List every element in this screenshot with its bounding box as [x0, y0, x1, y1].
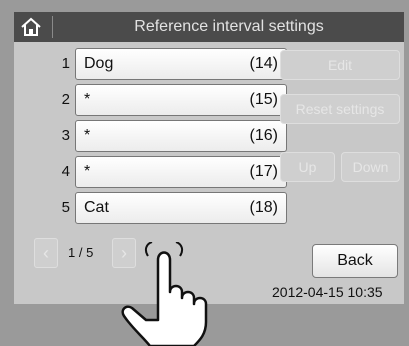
main-panel: 1 Dog (14) 2 * (15) 3 * (16) 4 * (17) 5 …	[14, 42, 404, 346]
header-bar: Reference interval settings	[14, 12, 404, 42]
home-button[interactable]	[14, 12, 48, 42]
datetime: 2012-04-15 10:35	[272, 284, 383, 300]
species-entry[interactable]: * (16)	[75, 120, 287, 152]
species-interval: (17)	[249, 163, 278, 180]
down-button[interactable]: Down	[341, 152, 400, 182]
species-name: *	[84, 127, 91, 144]
row-number: 3	[61, 127, 70, 144]
species-interval: (15)	[249, 91, 278, 108]
species-name: *	[84, 91, 91, 108]
reset-settings-button[interactable]: Reset settings	[280, 94, 400, 124]
species-entry[interactable]: * (17)	[75, 156, 287, 188]
list-item: 1 Dog (14)	[14, 48, 290, 80]
species-interval: (14)	[249, 55, 278, 72]
species-name: Dog	[84, 55, 114, 72]
row-number: 1	[61, 55, 70, 72]
list-item: 4 * (17)	[14, 156, 290, 188]
chevron-left-icon: ‹	[43, 242, 49, 263]
back-button[interactable]: Back	[312, 244, 398, 278]
list-item: 3 * (16)	[14, 120, 290, 152]
pointing-hand-icon	[121, 242, 208, 346]
row-number: 2	[61, 91, 70, 108]
header-divider	[52, 16, 53, 38]
list-item: 2 * (15)	[14, 84, 290, 116]
species-interval: (18)	[249, 199, 278, 216]
row-number: 4	[61, 163, 70, 180]
species-name: *	[84, 163, 91, 180]
home-icon	[21, 17, 41, 36]
species-name: Cat	[84, 199, 109, 216]
up-button[interactable]: Up	[280, 152, 335, 182]
species-entry[interactable]: Dog (14)	[75, 48, 287, 80]
list-item: 5 Cat (18)	[14, 192, 290, 224]
edit-button[interactable]: Edit	[280, 50, 400, 80]
species-entry[interactable]: Cat (18)	[75, 192, 287, 224]
row-number: 5	[61, 199, 70, 216]
species-entry[interactable]: * (15)	[75, 84, 287, 116]
page-title: Reference interval settings	[134, 18, 324, 35]
species-interval: (16)	[249, 127, 278, 144]
prev-page-button[interactable]: ‹	[34, 238, 58, 268]
page-indicator: 1 / 5	[68, 245, 94, 260]
